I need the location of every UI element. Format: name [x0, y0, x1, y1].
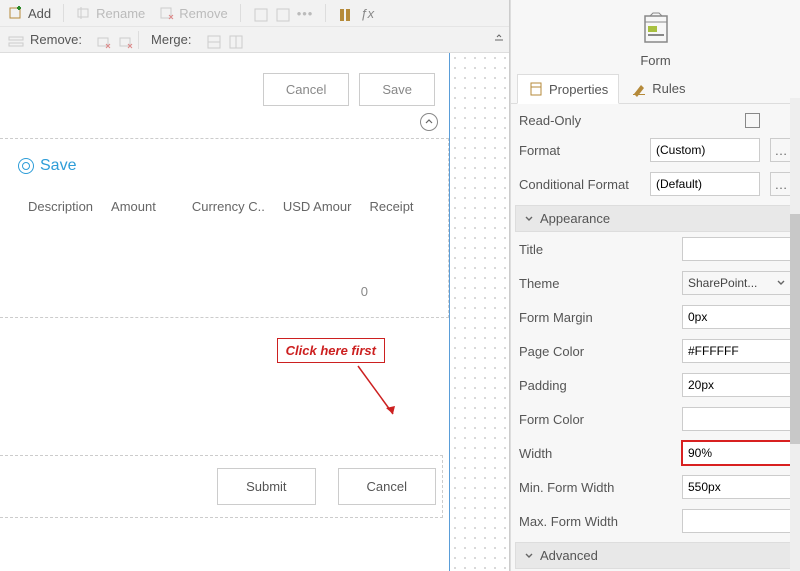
annotation-text: Click here first: [277, 338, 385, 363]
section-appearance[interactable]: Appearance: [515, 205, 796, 232]
section-appearance-label: Appearance: [540, 211, 610, 226]
prop-width-label: Width: [519, 446, 676, 461]
prop-condformat: Conditional Format …: [515, 167, 796, 201]
add-icon: [8, 5, 24, 21]
cancel2-button[interactable]: Cancel: [338, 468, 436, 505]
cancel-button[interactable]: Cancel: [263, 73, 349, 106]
prop-pagecolor-label: Page Color: [519, 344, 676, 359]
tab-rules[interactable]: Rules: [621, 74, 695, 103]
col-description: Description: [28, 199, 93, 214]
toolbar-rename: Rename: [72, 3, 149, 23]
toolbar-add[interactable]: Add: [4, 3, 55, 23]
toolbar-remove-label: Remove: [179, 6, 227, 21]
section-advanced-label: Advanced: [540, 548, 598, 563]
prop-format-label: Format: [519, 143, 644, 158]
prop-readonly: Read-Only: [515, 108, 796, 133]
theme-value: SharePoint...: [688, 276, 757, 290]
pagecolor-input[interactable]: [682, 339, 792, 363]
toolbar-add-label: Add: [28, 6, 51, 21]
toolbar-removerow-label: Remove:: [26, 30, 86, 49]
properties-panel: Form Properties Rules Read-Only Format …: [510, 0, 800, 571]
toolbar-action-1-icon: [249, 5, 265, 21]
chevron-down-icon: [524, 214, 534, 224]
condformat-ellipsis-button[interactable]: …: [770, 172, 792, 196]
annotation-callout: Click here first: [277, 338, 385, 363]
col-receipt: Receipt: [369, 199, 413, 214]
width-input[interactable]: [682, 441, 792, 465]
readonly-checkbox[interactable]: [745, 113, 760, 128]
prop-margin-label: Form Margin: [519, 310, 676, 325]
more-icon: •••: [293, 4, 318, 23]
col-amount: Amount: [111, 199, 156, 214]
collapse-toggle-icon[interactable]: [420, 113, 438, 131]
format-input[interactable]: [650, 138, 760, 162]
tab-properties[interactable]: Properties: [517, 74, 619, 104]
merge-1-icon: [202, 32, 218, 48]
form-canvas[interactable]: Cancel Save Save Description Amount Curr…: [0, 53, 449, 571]
rules-icon: [631, 81, 647, 97]
submit-button[interactable]: Submit: [217, 468, 315, 505]
toolbar: Add Rename Remove ••• ƒx: [0, 0, 509, 53]
format-ellipsis-button[interactable]: …: [770, 138, 792, 162]
toolbar-rename-label: Rename: [96, 6, 145, 21]
scrollbar-thumb[interactable]: [790, 214, 800, 444]
section-title: Save: [40, 157, 76, 175]
minwidth-input[interactable]: [682, 475, 792, 499]
maxwidth-input[interactable]: [682, 509, 792, 533]
properties-icon: [528, 81, 544, 97]
title-input[interactable]: [682, 237, 792, 261]
prop-minwidth-label: Min. Form Width: [519, 480, 676, 495]
padding-input[interactable]: [682, 373, 792, 397]
annotation-arrow-icon: [353, 364, 403, 434]
col-currency: Currency C..: [192, 199, 265, 214]
chevron-down-icon: [524, 551, 534, 561]
remove-icon: [159, 5, 175, 21]
toolbar-remove: Remove: [155, 3, 231, 23]
section-advanced[interactable]: Advanced: [515, 542, 796, 569]
prop-readonly-label: Read-Only: [519, 113, 739, 128]
formcolor-input[interactable]: [682, 407, 792, 431]
prop-maxwidth-label: Max. Form Width: [519, 514, 676, 529]
prop-format: Format …: [515, 133, 796, 167]
condformat-input[interactable]: [650, 172, 760, 196]
prop-theme-label: Theme: [519, 276, 676, 291]
chevron-down-icon: [776, 278, 786, 288]
col-usd: USD Amour: [283, 199, 352, 214]
toolbar-merge-label: Merge:: [147, 30, 195, 49]
toolbar-overflow-icon[interactable]: [493, 32, 505, 47]
target-icon: [18, 158, 34, 174]
prop-title-label: Title: [519, 242, 676, 257]
remove-row-1-icon: [92, 32, 108, 48]
tab-rules-label: Rules: [652, 81, 685, 96]
remove-row-2-icon: [114, 32, 130, 48]
save-button[interactable]: Save: [359, 73, 435, 106]
prop-padding-label: Padding: [519, 378, 676, 393]
form-section[interactable]: Save Description Amount Currency C.. USD…: [0, 138, 449, 318]
tab-properties-label: Properties: [549, 82, 608, 97]
column-headers: Description Amount Currency C.. USD Amou…: [0, 185, 438, 254]
total-value: 0: [0, 284, 438, 299]
form-icon: [639, 34, 673, 49]
toolbar-grid-icon[interactable]: [334, 5, 350, 21]
theme-select[interactable]: SharePoint...: [682, 271, 792, 295]
merge-2-icon: [224, 32, 240, 48]
panel-title: Form: [511, 53, 800, 68]
fx-icon[interactable]: ƒx: [356, 4, 378, 23]
rename-icon: [76, 5, 92, 21]
margin-input[interactable]: [682, 305, 792, 329]
prop-formcolor-label: Form Color: [519, 412, 676, 427]
ruler-area[interactable]: [449, 53, 509, 571]
prop-condformat-label: Conditional Format: [519, 177, 644, 192]
toolbar-action-2-icon: [271, 5, 287, 21]
toolbar-rowaction-icon: [4, 32, 20, 48]
